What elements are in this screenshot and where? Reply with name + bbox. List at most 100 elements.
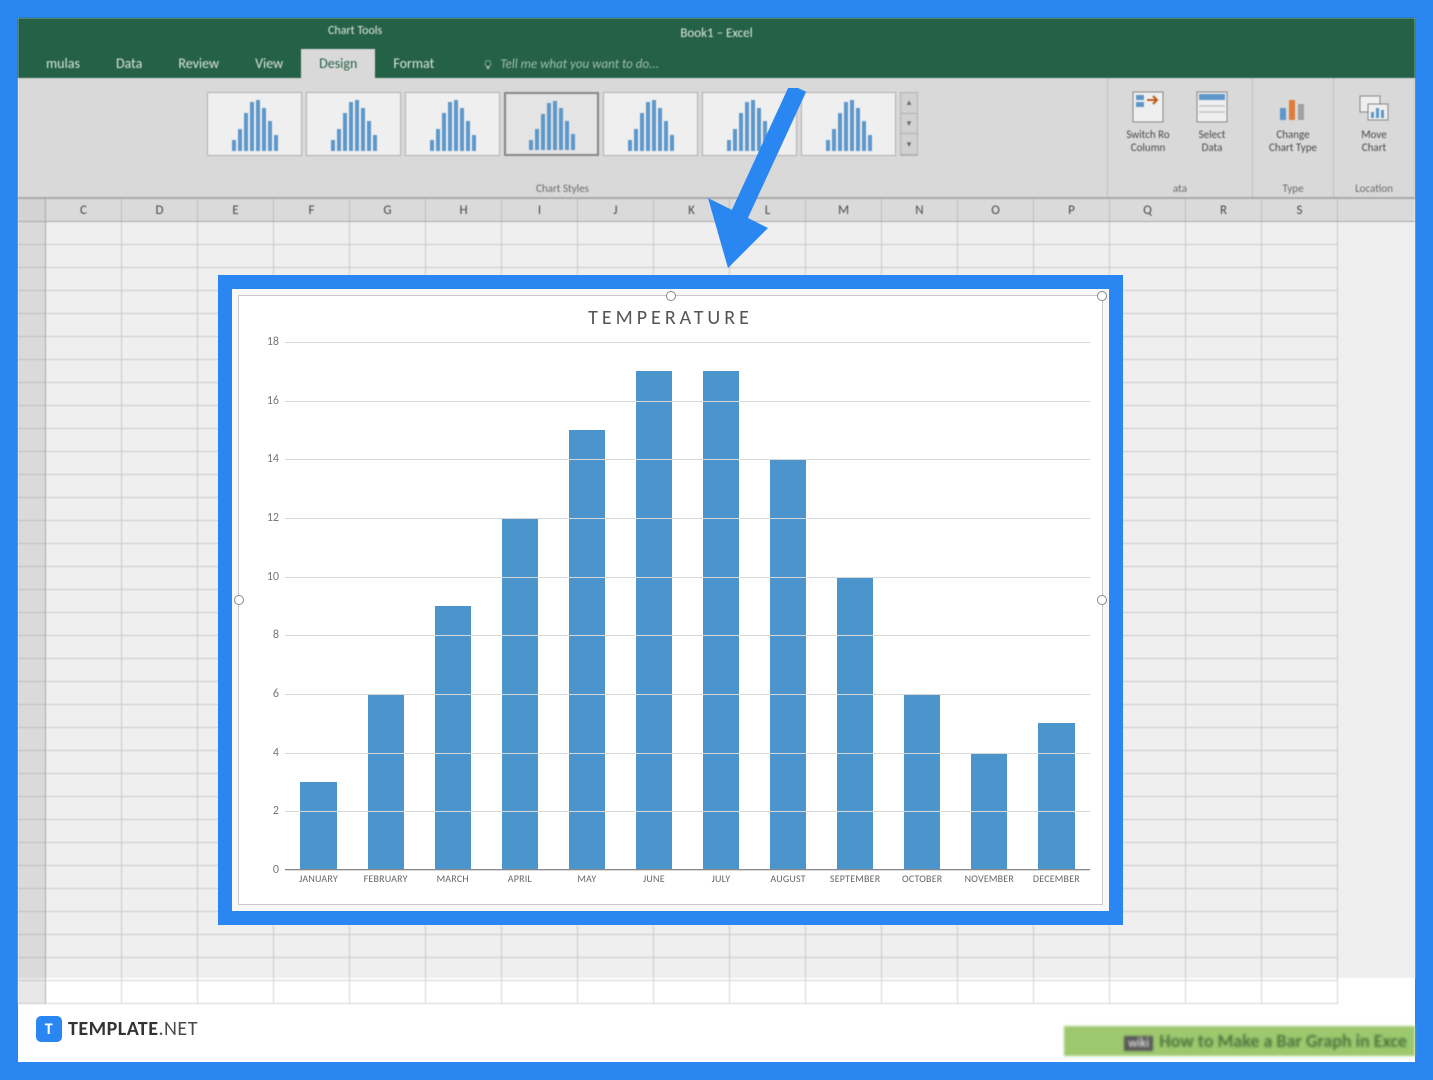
chart-bar[interactable]	[569, 430, 605, 870]
x-tick-label: OCTOBER	[889, 872, 956, 894]
tab-design[interactable]: Design	[301, 49, 375, 78]
tell-me-placeholder: Tell me what you want to do...	[500, 57, 659, 72]
chart-bar[interactable]	[770, 459, 806, 870]
scroll-down-icon[interactable]: ▾	[901, 114, 917, 135]
move-chart-label: Move Chart	[1361, 128, 1387, 154]
col-header[interactable]: I	[502, 199, 578, 221]
x-tick-label: MARCH	[419, 872, 486, 894]
title-bar: Chart Tools Book1 – Excel	[18, 18, 1415, 48]
col-header[interactable]: M	[806, 199, 882, 221]
select-data-icon	[1195, 90, 1229, 124]
y-tick-label: 8	[273, 628, 279, 642]
x-tick-label: APRIL	[486, 872, 553, 894]
scroll-more-icon[interactable]: ▾	[901, 134, 917, 155]
chart-style-thumb[interactable]	[306, 92, 401, 156]
col-header[interactable]: F	[274, 199, 350, 221]
column-headers: C D E F G H I J K L M N O P Q R S	[18, 198, 1415, 222]
selection-handle[interactable]	[1097, 595, 1107, 605]
chart-bar[interactable]	[1038, 723, 1074, 870]
chart-title[interactable]: TEMPERATURE	[239, 296, 1102, 336]
tab-view[interactable]: View	[237, 49, 301, 78]
chart-style-thumb-selected[interactable]	[504, 92, 599, 156]
chart-object[interactable]: TEMPERATURE 024681012141618 JANUARYFEBRU…	[218, 275, 1123, 925]
lightbulb-icon	[482, 59, 494, 71]
tab-formulas[interactable]: mulas	[28, 49, 98, 78]
col-header[interactable]: L	[730, 199, 806, 221]
y-tick-label: 4	[273, 746, 279, 760]
tab-format[interactable]: Format	[375, 49, 452, 78]
y-tick-label: 2	[273, 804, 279, 818]
select-data-button[interactable]: Select Data	[1180, 84, 1244, 174]
chart-tools-label: Chart Tools	[293, 18, 417, 40]
chart-bar[interactable]	[300, 782, 336, 870]
col-header[interactable]: P	[1034, 199, 1110, 221]
col-header[interactable]: R	[1186, 199, 1262, 221]
ribbon-group-type: Change Chart Type Type	[1253, 78, 1334, 197]
col-header[interactable]: Q	[1110, 199, 1186, 221]
group-label-location: Location	[1355, 180, 1393, 195]
col-header[interactable]: S	[1262, 199, 1338, 221]
tab-data[interactable]: Data	[98, 49, 160, 78]
x-tick-label: AUGUST	[755, 872, 822, 894]
col-header[interactable]: K	[654, 199, 730, 221]
col-header[interactable]: H	[426, 199, 502, 221]
ribbon-group-location: Move Chart Location	[1334, 78, 1415, 197]
y-tick-label: 16	[267, 394, 279, 408]
x-tick-label: MAY	[553, 872, 620, 894]
col-header[interactable]: J	[578, 199, 654, 221]
brand-light: .NET	[158, 1017, 197, 1041]
wiki-text: How to Make a Bar Graph in Exce	[1159, 1030, 1407, 1052]
col-header[interactable]: D	[122, 199, 198, 221]
change-chart-type-button[interactable]: Change Chart Type	[1261, 84, 1325, 174]
chart-style-thumb[interactable]	[702, 92, 797, 156]
chart-bar[interactable]	[837, 577, 873, 870]
group-label-chart-styles: Chart Styles	[536, 180, 589, 195]
wikihow-caption: wikiHow to Make a Bar Graph in Exce	[1064, 1026, 1415, 1056]
chart-bar[interactable]	[904, 694, 940, 870]
switch-icon	[1131, 90, 1165, 124]
tab-review[interactable]: Review	[160, 49, 237, 78]
col-header[interactable]: N	[882, 199, 958, 221]
change-chart-type-label: Change Chart Type	[1269, 128, 1317, 154]
x-tick-label: JANUARY	[285, 872, 352, 894]
chart-style-thumb[interactable]	[405, 92, 500, 156]
chart-style-thumb[interactable]	[603, 92, 698, 156]
chart-style-thumb[interactable]	[801, 92, 896, 156]
template-net-logo-icon: T	[36, 1016, 62, 1042]
selection-handle[interactable]	[1097, 291, 1107, 301]
switch-row-column-button[interactable]: Switch Ro Column	[1116, 84, 1180, 174]
x-tick-label: JULY	[687, 872, 754, 894]
selection-handle[interactable]	[666, 291, 676, 301]
y-tick-label: 0	[273, 863, 279, 877]
chart-bar[interactable]	[636, 371, 672, 870]
switch-label: Switch Ro Column	[1126, 128, 1169, 154]
chart-styles-gallery[interactable]: ▴▾▾	[205, 84, 920, 164]
col-header[interactable]: G	[350, 199, 426, 221]
y-tick-label: 12	[267, 511, 279, 525]
chart-styles-scroll[interactable]: ▴▾▾	[900, 92, 918, 156]
template-net-watermark: T TEMPLATE.NET	[36, 1016, 198, 1042]
select-data-label: Select Data	[1199, 128, 1226, 154]
ribbon: ▴▾▾ Chart Styles Switch Ro Column Select…	[18, 78, 1415, 198]
chart-area[interactable]: TEMPERATURE 024681012141618 JANUARYFEBRU…	[238, 295, 1103, 905]
scroll-up-icon[interactable]: ▴	[901, 93, 917, 114]
col-header[interactable]: O	[958, 199, 1034, 221]
move-chart-icon	[1357, 90, 1391, 124]
y-tick-label: 18	[267, 335, 279, 349]
chart-bar[interactable]	[435, 606, 471, 870]
move-chart-button[interactable]: Move Chart	[1342, 84, 1406, 174]
col-header[interactable]: C	[46, 199, 122, 221]
ribbon-group-data: Switch Ro Column Select Data ata	[1108, 78, 1253, 197]
x-tick-label: SEPTEMBER	[822, 872, 889, 894]
change-chart-type-icon	[1276, 90, 1310, 124]
tell-me-search[interactable]: Tell me what you want to do...	[482, 57, 659, 78]
chart-bar[interactable]	[368, 694, 404, 870]
chart-bar[interactable]	[703, 371, 739, 870]
group-label-data: ata	[1173, 180, 1187, 195]
x-tick-label: DECEMBER	[1023, 872, 1090, 894]
col-header[interactable]: E	[198, 199, 274, 221]
ribbon-group-chart-styles: ▴▾▾ Chart Styles	[18, 78, 1108, 197]
chart-style-thumb[interactable]	[207, 92, 302, 156]
y-tick-label: 14	[267, 452, 279, 466]
brand-bold: TEMPLATE	[68, 1017, 158, 1041]
